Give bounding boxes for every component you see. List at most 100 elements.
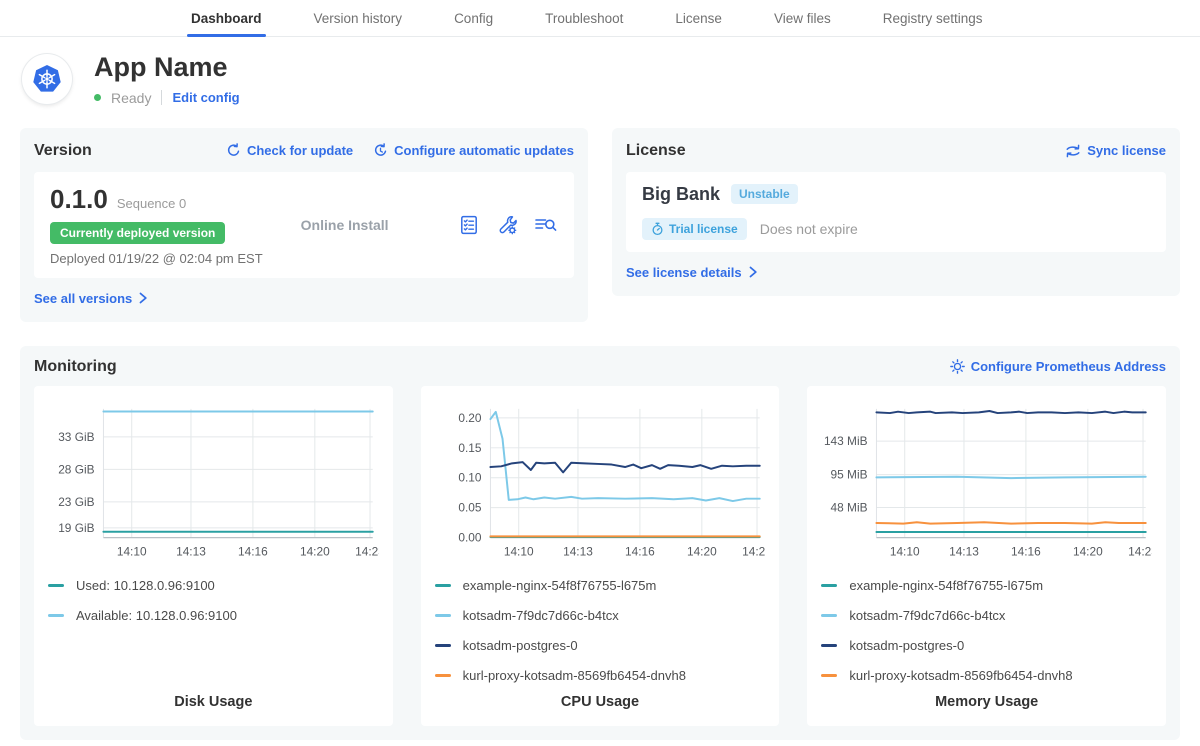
nav-tabs: DashboardVersion historyConfigTroublesho… [165, 0, 1009, 36]
legend-item: example-nginx-54f8f76755-l675m [435, 578, 766, 593]
svg-text:14:13: 14:13 [949, 544, 979, 558]
legend-label: Available: 10.128.0.96:9100 [76, 608, 237, 623]
check-for-update-link[interactable]: Check for update [226, 143, 353, 158]
current-version-panel: 0.1.0 Sequence 0 Currently deployed vers… [34, 172, 574, 278]
svg-text:14:10: 14:10 [890, 544, 920, 558]
deployed-badge: Currently deployed version [50, 222, 225, 244]
version-card: Version Check for update [20, 128, 588, 322]
svg-text:14:16: 14:16 [1011, 544, 1041, 558]
svg-text:14:20: 14:20 [1073, 544, 1103, 558]
kubernetes-logo-icon [32, 64, 62, 94]
chart-legend: Used: 10.128.0.96:9100 Available: 10.128.… [48, 578, 379, 623]
license-card-title: License [626, 142, 686, 160]
svg-text:0.00: 0.00 [458, 530, 482, 544]
chevron-right-icon [749, 266, 758, 278]
legend-label: kotsadm-postgres-0 [463, 638, 578, 653]
chart-title: CPU Usage [435, 694, 766, 714]
svg-text:33 GiB: 33 GiB [58, 429, 94, 443]
trial-license-badge: Trial license [642, 218, 747, 240]
chart-title: Disk Usage [48, 694, 379, 714]
divider [161, 90, 162, 105]
sync-arrows-icon [1065, 144, 1081, 158]
sync-license-link[interactable]: Sync license [1065, 143, 1166, 158]
svg-text:0.10: 0.10 [458, 470, 482, 484]
legend-swatch [821, 584, 837, 587]
tab-version-history[interactable]: Version history [288, 0, 429, 36]
legend-swatch [821, 614, 837, 617]
configure-automatic-updates-link[interactable]: Configure automatic updates [373, 143, 574, 158]
install-type-label: Online Install [301, 217, 389, 233]
see-all-versions-link[interactable]: See all versions [34, 291, 148, 306]
license-card: License Sync license Big Bank Unstable [612, 128, 1180, 296]
legend-swatch [435, 614, 451, 617]
edit-config-link[interactable]: Edit config [172, 90, 239, 105]
legend-swatch [435, 674, 451, 677]
svg-text:0.15: 0.15 [458, 440, 482, 454]
svg-text:14:16: 14:16 [238, 544, 268, 558]
tab-config[interactable]: Config [428, 0, 519, 36]
legend-swatch [821, 674, 837, 677]
legend-label: Used: 10.128.0.96:9100 [76, 578, 215, 593]
legend-item: example-nginx-54f8f76755-l675m [821, 578, 1152, 593]
tab-dashboard[interactable]: Dashboard [165, 0, 288, 36]
legend-label: kotsadm-postgres-0 [849, 638, 964, 653]
legend-item: kurl-proxy-kotsadm-8569fb6454-dnvh8 [435, 668, 766, 683]
svg-text:95 MiB: 95 MiB [831, 467, 868, 481]
svg-text:14:20: 14:20 [687, 544, 717, 558]
cards-row: Version Check for update [0, 122, 1200, 322]
legend-swatch [435, 584, 451, 587]
legend-item: kotsadm-7f9dc7d66c-b4tcx [821, 608, 1152, 623]
svg-text:14:23: 14:23 [355, 544, 378, 558]
tab-license[interactable]: License [649, 0, 748, 36]
svg-text:14:10: 14:10 [117, 544, 147, 558]
see-license-details-link[interactable]: See license details [626, 265, 758, 280]
version-sequence: Sequence 0 [117, 196, 186, 211]
legend-swatch [48, 584, 64, 587]
svg-text:48 MiB: 48 MiB [831, 500, 868, 514]
svg-text:14:20: 14:20 [300, 544, 330, 558]
svg-text:14:13: 14:13 [176, 544, 206, 558]
tab-registry-settings[interactable]: Registry settings [857, 0, 1009, 36]
deployed-timestamp: Deployed 01/19/22 @ 02:04 pm EST [50, 251, 263, 266]
config-wrench-icon[interactable] [496, 214, 518, 236]
clock-refresh-icon [373, 143, 388, 158]
legend-item: kotsadm-postgres-0 [435, 638, 766, 653]
configure-prometheus-link[interactable]: Configure Prometheus Address [950, 359, 1166, 374]
preflight-checklist-icon[interactable] [458, 214, 480, 236]
chart-title: Memory Usage [821, 694, 1152, 714]
tab-view-files[interactable]: View files [748, 0, 857, 36]
svg-text:14:23: 14:23 [742, 544, 765, 558]
chart-plot: 33 GiB28 GiB23 GiB19 GiB14:1014:1314:161… [48, 399, 379, 563]
legend-swatch [48, 614, 64, 617]
app-title: App Name [94, 53, 240, 83]
legend-label: kurl-proxy-kotsadm-8569fb6454-dnvh8 [849, 668, 1072, 683]
stopwatch-icon [651, 222, 664, 236]
legend-item: Used: 10.128.0.96:9100 [48, 578, 379, 593]
chart-legend: example-nginx-54f8f76755-l675m kotsadm-7f… [435, 578, 766, 683]
legend-swatch [435, 644, 451, 647]
monitoring-card: Monitoring Configure Prometheus Address … [20, 346, 1180, 740]
license-customer-name: Big Bank [642, 184, 720, 205]
legend-label: kotsadm-7f9dc7d66c-b4tcx [463, 608, 619, 623]
chart-panel: 0.200.150.100.050.0014:1014:1314:1614:20… [421, 386, 780, 726]
legend-item: kotsadm-postgres-0 [821, 638, 1152, 653]
deploy-logs-icon[interactable] [534, 215, 558, 235]
legend-swatch [821, 644, 837, 647]
top-nav: DashboardVersion historyConfigTroublesho… [0, 0, 1200, 37]
legend-item: kotsadm-7f9dc7d66c-b4tcx [435, 608, 766, 623]
app-logo [22, 54, 72, 104]
gear-icon [950, 359, 965, 374]
version-card-title: Version [34, 142, 92, 160]
chart-panel: 143 MiB95 MiB48 MiB14:1014:1314:1614:201… [807, 386, 1166, 726]
tab-troubleshoot[interactable]: Troubleshoot [519, 0, 649, 36]
channel-badge: Unstable [731, 184, 798, 204]
legend-item: Available: 10.128.0.96:9100 [48, 608, 379, 623]
legend-label: example-nginx-54f8f76755-l675m [463, 578, 657, 593]
svg-text:143 MiB: 143 MiB [824, 434, 868, 448]
svg-text:0.20: 0.20 [458, 411, 482, 425]
license-expiry: Does not expire [760, 221, 858, 237]
svg-text:14:16: 14:16 [625, 544, 655, 558]
app-header-text: App Name Ready Edit config [94, 53, 240, 106]
chart-plot: 0.200.150.100.050.0014:1014:1314:1614:20… [435, 399, 766, 563]
monitoring-title: Monitoring [34, 358, 117, 376]
